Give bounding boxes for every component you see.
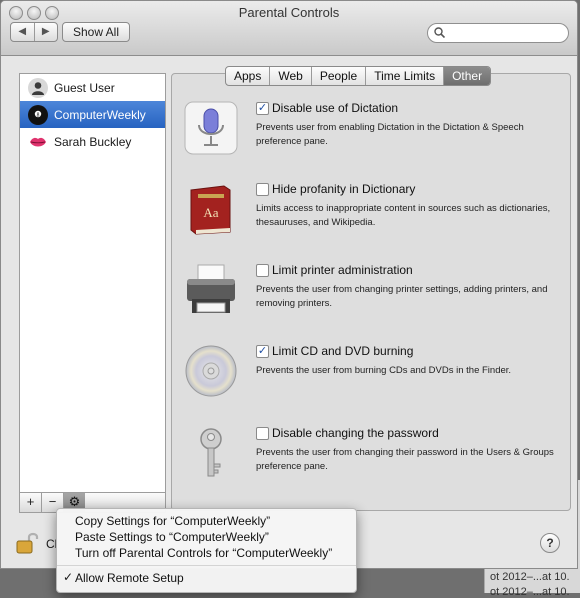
option-label: Limit printer administration	[272, 263, 413, 277]
search-input[interactable]	[448, 25, 564, 41]
user-list[interactable]: Guest User 8 ComputerWeekly Sarah Buckle…	[19, 73, 166, 493]
option-description: Limits access to inappropriate content i…	[256, 203, 551, 228]
tab-apps[interactable]: Apps	[226, 67, 271, 85]
option-printer: Limit printer administration Prevents th…	[184, 263, 564, 323]
tab-bar: Apps Web People Time Limits Other	[225, 66, 492, 86]
search-icon	[434, 27, 445, 38]
background-file-label: ot 2012–...at 10.	[490, 586, 570, 598]
option-description: Prevents the user from changing printer …	[256, 284, 548, 309]
background-file-label: ot 2012–...at 10.	[490, 571, 570, 583]
user-item-sarah-buckley[interactable]: Sarah Buckley	[20, 128, 165, 155]
option-label: Limit CD and DVD burning	[272, 344, 414, 358]
user-name: Guest User	[54, 80, 115, 95]
add-user-button[interactable]: +	[19, 492, 42, 513]
menu-item-allow-remote-setup[interactable]: Allow Remote Setup	[75, 571, 184, 585]
key-icon	[184, 426, 238, 480]
disc-icon	[184, 344, 238, 398]
back-button[interactable]: ◀	[11, 23, 35, 41]
lock-icon[interactable]	[15, 532, 41, 557]
svg-text:Aa: Aa	[203, 205, 218, 220]
window-title: Parental Controls	[238, 5, 340, 20]
show-all-button[interactable]: Show All	[62, 22, 130, 42]
back-forward-buttons: ◀ ▶	[10, 22, 58, 42]
option-description: Prevents the user from changing their pa…	[256, 447, 554, 472]
dictionary-checkbox[interactable]	[256, 183, 269, 196]
dictionary-book-icon: Aa	[184, 182, 238, 236]
user-item-computerweekly[interactable]: 8 ComputerWeekly	[20, 101, 165, 128]
tab-time-limits[interactable]: Time Limits	[366, 67, 445, 85]
option-description: Prevents the user from burning CDs and D…	[256, 365, 512, 376]
user-name: ComputerWeekly	[54, 107, 146, 122]
option-label: Hide profanity in Dictionary	[272, 182, 416, 196]
option-label: Disable changing the password	[272, 426, 439, 440]
menu-item-copy-settings[interactable]: Copy Settings for “ComputerWeekly”	[75, 514, 270, 528]
option-dictionary: Aa Hide profanity in Dictionary Limits a…	[184, 182, 564, 242]
option-disc-burning: ✓ Limit CD and DVD burning Prevents the …	[184, 344, 564, 404]
password-checkbox[interactable]	[256, 427, 269, 440]
option-description: Prevents user from enabling Dictation in…	[256, 122, 524, 147]
lips-icon	[28, 132, 48, 152]
menu-item-paste-settings[interactable]: Paste Settings to “ComputerWeekly”	[75, 530, 269, 544]
user-name: Sarah Buckley	[54, 134, 132, 149]
option-label: Disable use of Dictation	[272, 101, 399, 115]
person-silhouette-icon	[28, 77, 48, 98]
checkmark-icon: ✓	[63, 570, 74, 584]
dictation-checkbox[interactable]: ✓	[256, 102, 269, 115]
forward-button[interactable]: ▶	[35, 23, 58, 41]
option-password: Disable changing the password Prevents t…	[184, 426, 564, 486]
search-field[interactable]	[427, 23, 569, 43]
svg-text:8: 8	[37, 112, 40, 118]
menu-separator	[57, 565, 356, 566]
disc-burning-checkbox[interactable]: ✓	[256, 345, 269, 358]
tab-other[interactable]: Other	[444, 67, 491, 85]
eight-ball-icon: 8	[28, 104, 48, 125]
titlebar: Parental Controls ◀ ▶ Show All	[1, 1, 577, 56]
printer-admin-checkbox[interactable]	[256, 264, 269, 277]
microphone-icon	[184, 101, 238, 155]
action-menu: Copy Settings for “ComputerWeekly” Paste…	[56, 508, 357, 593]
printer-icon	[184, 263, 238, 317]
tab-web[interactable]: Web	[270, 67, 312, 85]
user-item-guest[interactable]: Guest User	[20, 74, 165, 101]
tab-people[interactable]: People	[312, 67, 367, 85]
menu-item-turn-off-controls[interactable]: Turn off Parental Controls for “Computer…	[75, 546, 332, 560]
option-dictation: ✓ Disable use of Dictation Prevents user…	[184, 101, 564, 161]
help-button[interactable]: ?	[540, 533, 560, 553]
